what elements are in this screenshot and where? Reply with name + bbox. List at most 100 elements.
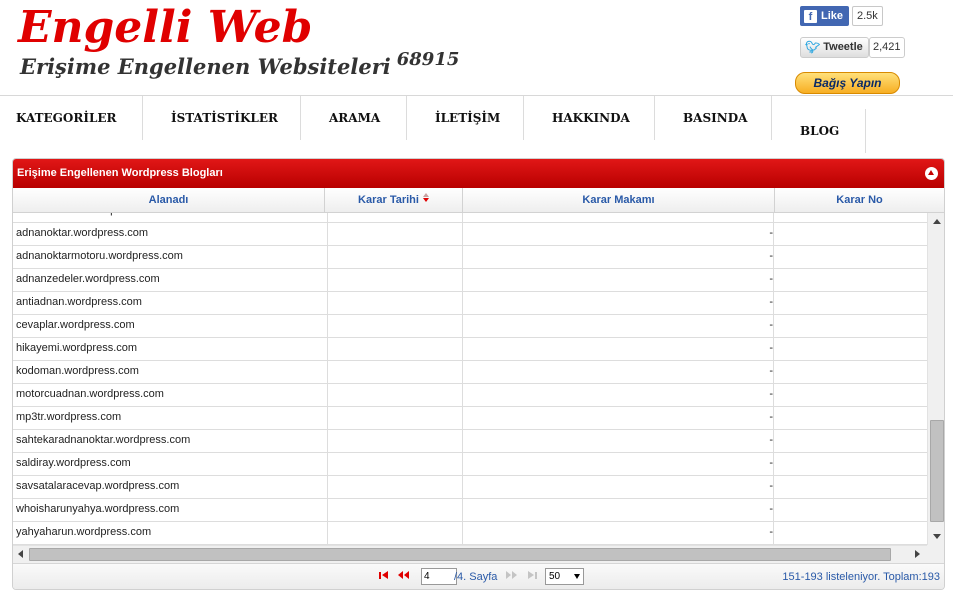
scroll-down-arrow-icon[interactable] [933, 534, 941, 539]
twitter-tweet-count: 2,421 [869, 37, 905, 58]
cell-authority: - [463, 521, 774, 544]
table-row[interactable]: adnanoktar.wordpress.com - [13, 222, 927, 246]
cell-domain: hikayemi.wordpress.com [13, 337, 328, 360]
column-header-authority[interactable]: Karar Makamı [463, 188, 775, 212]
nav-item-label: HAKKINDA [552, 111, 630, 125]
cell-authority [463, 213, 774, 222]
twitter-tweet-button[interactable]: 🐦︎ Tweetle [800, 37, 869, 58]
column-header-domain[interactable]: Alanadı [13, 188, 325, 212]
next-page-icon[interactable] [506, 571, 520, 581]
vertical-scroll-thumb[interactable] [930, 419, 944, 522]
nav-item-arama[interactable]: ARAMA [329, 96, 407, 140]
main-nav: KATEGORİLER İSTATİSTİKLER ARAMA İLETİŞİM… [0, 95, 953, 153]
twitter-tweet-label: Tweetle [823, 41, 863, 53]
grid-caption-title: Erişime Engellenen Wordpress Blogları [17, 167, 223, 179]
cell-domain: whoisharunyahya.wordpress.com [13, 498, 328, 521]
cell-authority: - [463, 245, 774, 268]
table-row[interactable]: yahyaharun.wordpress.com - [13, 521, 927, 545]
last-page-icon[interactable] [528, 571, 540, 581]
cell-authority: - [463, 268, 774, 291]
horizontal-scrollbar[interactable] [13, 545, 927, 563]
horizontal-scroll-thumb[interactable] [29, 548, 891, 561]
nav-item-iletisim[interactable]: İLETİŞİM [435, 96, 524, 140]
collapse-icon[interactable] [925, 167, 938, 180]
column-header-decision-no[interactable]: Karar No [775, 188, 944, 212]
cell-decision-no [775, 360, 927, 383]
vertical-scrollbar[interactable] [927, 213, 944, 545]
grid-column-headers: Alanadı Karar Tarihi Karar Makamı Karar … [13, 188, 944, 213]
blocked-blogs-grid: Erişime Engellenen Wordpress Blogları Al… [12, 158, 945, 590]
nav-item-label: BASINDA [683, 111, 748, 125]
previous-page-icon[interactable] [398, 571, 412, 581]
nav-item-label: ARAMA [329, 111, 381, 125]
sort-icon[interactable] [422, 193, 429, 202]
grid-caption: Erişime Engellenen Wordpress Blogları [13, 159, 944, 188]
scroll-right-arrow-icon[interactable] [915, 550, 920, 558]
donate-button[interactable]: Bağış Yapın [795, 72, 900, 94]
nav-item-hakkinda[interactable]: HAKKINDA [552, 96, 655, 140]
nav-item-label: KATEGORİLER [16, 111, 117, 125]
cell-date [325, 245, 463, 268]
table-row[interactable]: adnanzedeler.wordpress.com - [13, 268, 927, 292]
chevron-down-icon [574, 574, 580, 579]
cell-authority: - [463, 475, 774, 498]
page-size-select[interactable]: 50 [545, 568, 584, 585]
cell-decision-no [775, 314, 927, 337]
table-row[interactable]: hikayemi.wordpress.com - [13, 337, 927, 361]
cell-domain: savsatalaracevap.wordpress.com [13, 475, 328, 498]
table-row[interactable]: cevaplar.wordpress.com - [13, 314, 927, 338]
cell-domain: yahyaharun.wordpress.com [13, 521, 328, 544]
grid-pager: /4. Sayfa 50 151-193 listeleniyor. Topla… [13, 563, 944, 589]
cell-domain: motorcuadnan.wordpress.com [13, 383, 328, 406]
table-row[interactable]: sahtekaradnanoktar.wordpress.com - [13, 429, 927, 453]
cell-date [325, 452, 463, 475]
facebook-like-button[interactable]: f Like [800, 6, 850, 26]
table-row[interactable]: mp3tr.wordpress.com - [13, 406, 927, 430]
cell-decision-no [775, 475, 927, 498]
cell-domain: adnanmartian.wordpress.com [13, 213, 328, 222]
table-row[interactable]: kodoman.wordpress.com - [13, 360, 927, 384]
scroll-left-arrow-icon[interactable] [18, 550, 23, 558]
nav-item-kategoriler[interactable]: KATEGORİLER [16, 96, 143, 140]
nav-item-istatistikler[interactable]: İSTATİSTİKLER [171, 96, 301, 140]
table-row[interactable]: motorcuadnan.wordpress.com - [13, 383, 927, 407]
table-row[interactable]: saldiray.wordpress.com - [13, 452, 927, 476]
scrollbar-corner [927, 545, 944, 563]
cell-authority: - [463, 337, 774, 360]
page-total-label: /4. Sayfa [454, 571, 498, 583]
cell-decision-no [775, 337, 927, 360]
cell-authority: - [463, 383, 774, 406]
nav-item-label: İLETİŞİM [435, 111, 501, 125]
facebook-like-label: Like [821, 10, 844, 22]
facebook-like-count: 2.5k [852, 6, 883, 26]
cell-domain: adnanoktarmotoru.wordpress.com [13, 245, 328, 268]
site-title[interactable]: Engelli Web [18, 2, 312, 53]
table-row[interactable]: antiadnan.wordpress.com - [13, 291, 927, 315]
cell-date [325, 521, 463, 544]
grid-body: adnanmartian.wordpress.com adnanoktar.wo… [13, 213, 927, 545]
cell-date [325, 314, 463, 337]
cell-date [325, 222, 463, 245]
nav-item-basinda[interactable]: BASINDA [683, 96, 772, 140]
page-size-value: 50 [549, 571, 561, 582]
cell-authority: - [463, 291, 774, 314]
cell-date [325, 360, 463, 383]
table-row[interactable]: adnanoktarmotoru.wordpress.com - [13, 245, 927, 269]
cell-date [325, 475, 463, 498]
cell-domain: adnanzedeler.wordpress.com [13, 268, 328, 291]
cell-decision-no [775, 291, 927, 314]
twitter-bird-icon: 🐦︎ [805, 40, 821, 54]
first-page-icon[interactable] [379, 571, 391, 581]
cell-domain: antiadnan.wordpress.com [13, 291, 328, 314]
cell-decision-no [775, 521, 927, 544]
cell-domain: kodoman.wordpress.com [13, 360, 328, 383]
nav-item-blog[interactable]: BLOG [800, 109, 866, 153]
table-row[interactable]: whoisharunyahya.wordpress.com - [13, 498, 927, 522]
cell-authority: - [463, 314, 774, 337]
page-number-input[interactable] [421, 568, 457, 585]
column-header-date[interactable]: Karar Tarihi [325, 188, 463, 212]
facebook-icon: f [804, 9, 817, 23]
cell-date [325, 268, 463, 291]
scroll-up-arrow-icon[interactable] [933, 219, 941, 224]
table-row[interactable]: savsatalaracevap.wordpress.com - [13, 475, 927, 499]
